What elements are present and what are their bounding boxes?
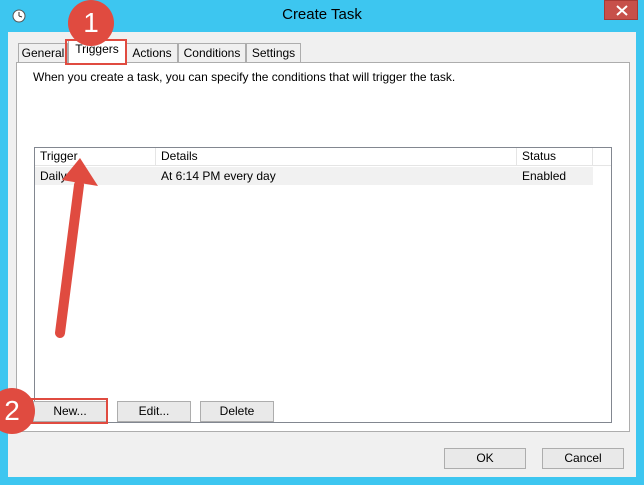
step-1-badge: 1 xyxy=(68,0,114,46)
create-task-window: Create Task General Triggers Actions Con… xyxy=(0,0,644,485)
new-button-highlight xyxy=(31,398,108,424)
